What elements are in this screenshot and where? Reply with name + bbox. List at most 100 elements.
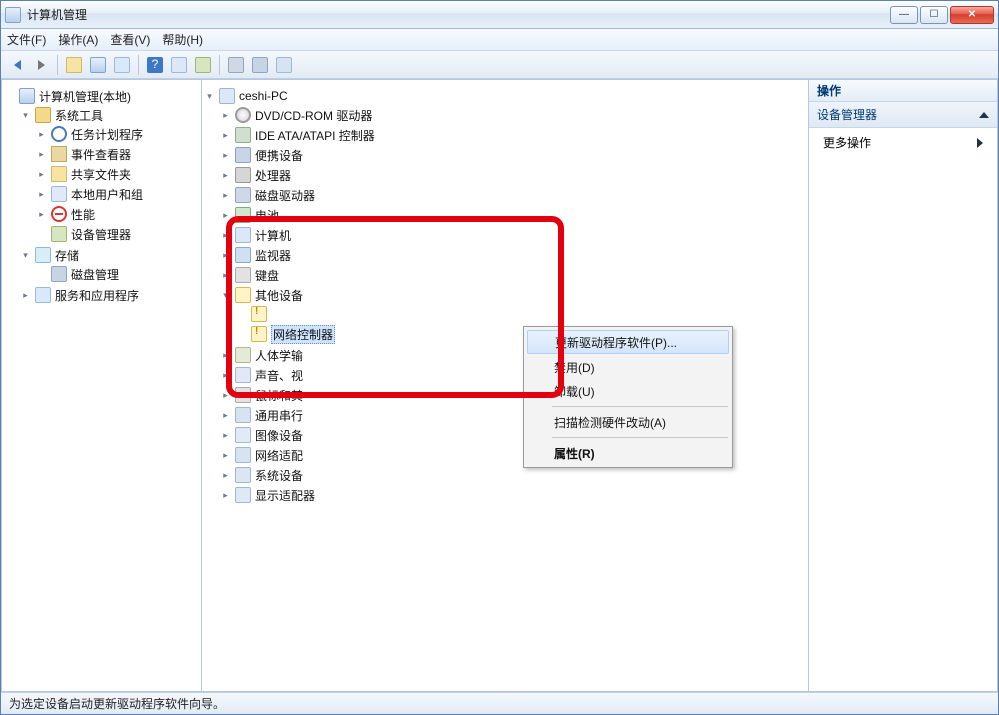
storage-icon — [35, 247, 51, 263]
dev-other[interactable]: 其他设备 — [220, 286, 806, 304]
imaging-icon — [235, 427, 251, 443]
event-icon — [51, 146, 67, 162]
tree-services-apps[interactable]: 服务和应用程序 — [20, 286, 199, 304]
dev-dvd[interactable]: DVD/CD-ROM 驱动器 — [220, 106, 806, 124]
actions-header: 操作 — [809, 80, 997, 102]
titlebar: 计算机管理 — ☐ ✕ — [1, 1, 998, 29]
toolbar-button[interactable] — [273, 54, 295, 76]
tree-shared-folders[interactable]: 共享文件夹 — [36, 165, 199, 183]
minimize-button[interactable]: — — [890, 6, 918, 24]
toolbar-button[interactable] — [168, 54, 190, 76]
toolbar-button[interactable] — [192, 54, 214, 76]
actions-section[interactable]: 设备管理器 — [809, 102, 997, 128]
portable-icon — [235, 147, 251, 163]
other-icon — [235, 287, 251, 303]
toolbar: ? — [1, 51, 998, 79]
nav-forward-button[interactable] — [30, 54, 52, 76]
cm-scan-hardware[interactable]: 扫描检测硬件改动(A) — [526, 410, 730, 434]
device-root[interactable]: ceshi-PC — [204, 87, 806, 105]
folder-icon — [51, 166, 67, 182]
cm-uninstall[interactable]: 卸载(U) — [526, 379, 730, 403]
users-icon — [51, 186, 67, 202]
nav-back-button[interactable] — [6, 54, 28, 76]
toolbar-button[interactable] — [249, 54, 271, 76]
toolbar-button[interactable] — [225, 54, 247, 76]
actions-more[interactable]: 更多操作 — [809, 128, 997, 157]
monitor-icon — [235, 247, 251, 263]
help-button[interactable]: ? — [144, 54, 166, 76]
keyboard-icon — [235, 267, 251, 283]
dev-disk-drives[interactable]: 磁盘驱动器 — [220, 186, 806, 204]
warn-icon — [251, 306, 267, 322]
body: 计算机管理(本地) 系统工具 任务计划程序 事件查看器 共享文件夹 本地用户和组… — [1, 79, 998, 692]
display-icon — [235, 487, 251, 503]
mgmt-icon — [19, 88, 35, 104]
disk-icon — [51, 266, 67, 282]
status-text: 为选定设备启动更新驱动程序软件向导。 — [9, 695, 225, 712]
menubar: 文件(F) 操作(A) 查看(V) 帮助(H) — [1, 29, 998, 51]
dev-ide[interactable]: IDE ATA/ATAPI 控制器 — [220, 126, 806, 144]
tools-icon — [35, 107, 51, 123]
show-hide-tree-button[interactable] — [87, 54, 109, 76]
dev-computer[interactable]: 计算机 — [220, 226, 806, 244]
app-icon — [5, 7, 21, 23]
center-tree[interactable]: ceshi-PC DVD/CD-ROM 驱动器 IDE ATA/ATAPI 控制… — [202, 80, 809, 691]
properties-button[interactable] — [111, 54, 133, 76]
pc-icon — [171, 57, 187, 73]
dev-monitor[interactable]: 监视器 — [220, 246, 806, 264]
context-menu: 更新驱动程序软件(P)... 禁用(D) 卸载(U) 扫描检测硬件改动(A) 属… — [523, 326, 733, 468]
tree-root[interactable]: 计算机管理(本地) — [4, 87, 199, 105]
help-icon: ? — [147, 57, 163, 73]
cm-separator — [552, 437, 728, 438]
dev-keyboard[interactable]: 键盘 — [220, 266, 806, 284]
dev-other-unknown[interactable] — [236, 305, 806, 323]
tree-disk-mgmt[interactable]: 磁盘管理 — [36, 265, 199, 283]
cm-separator — [552, 406, 728, 407]
left-tree[interactable]: 计算机管理(本地) 系统工具 任务计划程序 事件查看器 共享文件夹 本地用户和组… — [2, 80, 202, 691]
up-button[interactable] — [63, 54, 85, 76]
noentry-icon — [51, 206, 67, 222]
toolbar-separator — [57, 55, 58, 75]
pc-icon — [235, 227, 251, 243]
menu-action[interactable]: 操作(A) — [58, 31, 98, 48]
toolbar-separator — [138, 55, 139, 75]
tree-local-users[interactable]: 本地用户和组 — [36, 185, 199, 203]
properties-icon — [114, 57, 130, 73]
maximize-button[interactable]: ☐ — [920, 6, 948, 24]
cm-update-driver[interactable]: 更新驱动程序软件(P)... — [527, 330, 729, 354]
dev-display[interactable]: 显示适配器 — [220, 486, 806, 504]
app-window: 计算机管理 — ☐ ✕ 文件(F) 操作(A) 查看(V) 帮助(H) ? — [0, 0, 999, 715]
net-icon — [276, 57, 292, 73]
collapse-icon — [979, 112, 989, 118]
cm-properties[interactable]: 属性(R) — [526, 441, 730, 465]
dev-system[interactable]: 系统设备 — [220, 466, 806, 484]
hdd-icon — [228, 57, 244, 73]
dev-portable[interactable]: 便携设备 — [220, 146, 806, 164]
usb-icon — [235, 407, 251, 423]
tree-storage[interactable]: 存储 — [20, 246, 199, 264]
tree-event-viewer[interactable]: 事件查看器 — [36, 145, 199, 163]
folder-up-icon — [66, 57, 82, 73]
cm-disable[interactable]: 禁用(D) — [526, 355, 730, 379]
actions-pane: 操作 设备管理器 更多操作 — [809, 80, 997, 691]
warn-icon — [251, 326, 267, 342]
close-button[interactable]: ✕ — [950, 6, 994, 24]
hid-icon — [235, 347, 251, 363]
pc-icon — [219, 88, 235, 104]
tree-task-scheduler[interactable]: 任务计划程序 — [36, 125, 199, 143]
menu-help[interactable]: 帮助(H) — [162, 31, 203, 48]
statusbar: 为选定设备启动更新驱动程序软件向导。 — [1, 692, 998, 714]
tree-device-manager[interactable]: 设备管理器 — [36, 225, 199, 243]
dev-cpu[interactable]: 处理器 — [220, 166, 806, 184]
ide-icon — [235, 127, 251, 143]
system-icon — [235, 467, 251, 483]
dev-battery[interactable]: 电池 — [220, 206, 806, 224]
tree-system-tools[interactable]: 系统工具 — [20, 106, 199, 124]
mouse-icon — [235, 387, 251, 403]
device-icon — [195, 57, 211, 73]
arrow-right-icon — [38, 60, 45, 70]
menu-view[interactable]: 查看(V) — [110, 31, 150, 48]
tree-performance[interactable]: 性能 — [36, 205, 199, 223]
disk-icon — [252, 57, 268, 73]
menu-file[interactable]: 文件(F) — [7, 31, 46, 48]
